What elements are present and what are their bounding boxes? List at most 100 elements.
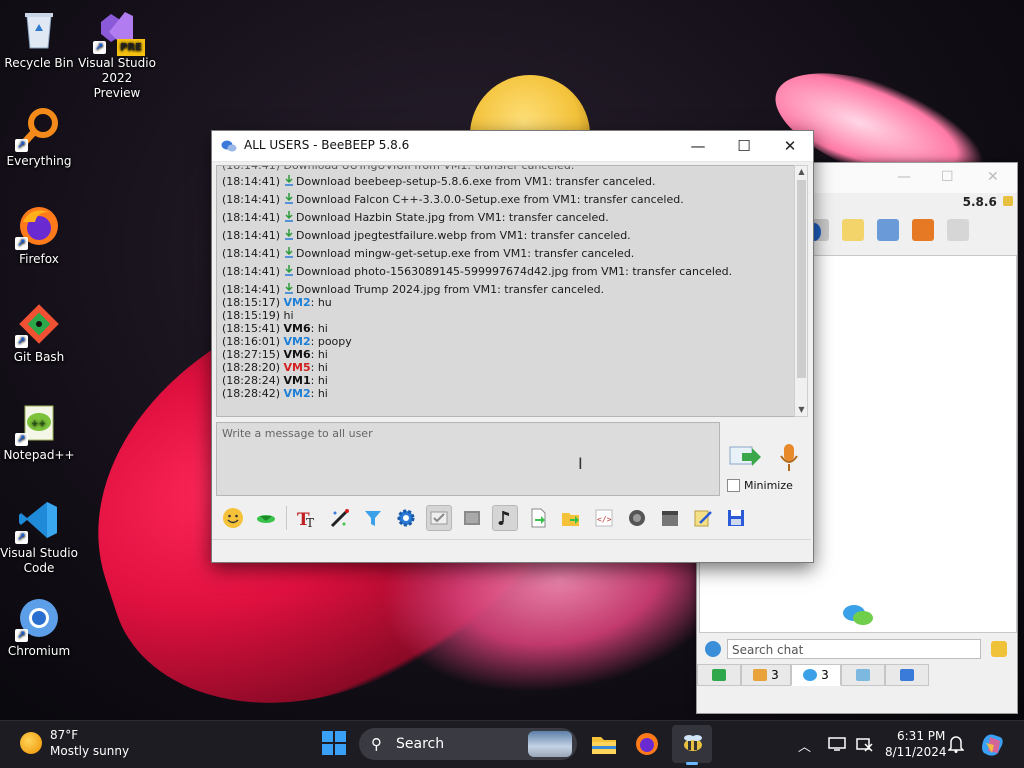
main-window-tabs: 3 3 <box>697 664 957 688</box>
scroll-down-arrow-icon[interactable]: ▼ <box>796 404 807 416</box>
main-window-close-button[interactable]: ✕ <box>987 169 999 185</box>
users-count: 3 <box>771 668 779 682</box>
tab-groups[interactable] <box>841 664 885 686</box>
message-text: hu <box>314 296 332 309</box>
tools-icon[interactable] <box>877 219 900 241</box>
message-input[interactable]: Write a message to all user <box>216 422 720 496</box>
desktop-icon-git-bash[interactable]: ↗ Git Bash <box>0 302 78 365</box>
scroll-up-arrow-icon[interactable]: ▲ <box>796 166 807 178</box>
desktop-icon-firefox[interactable]: ↗ Firefox <box>0 204 78 267</box>
message-sender[interactable]: VM1 <box>284 374 311 387</box>
download-arrow-icon <box>284 283 294 295</box>
log-line-message: (18:28:24) VM1: hi <box>222 374 792 387</box>
code-icon[interactable]: </> <box>591 505 617 531</box>
chat-maximize-button[interactable]: ☐ <box>721 131 767 161</box>
microphone-icon[interactable] <box>778 443 800 473</box>
main-window-minimize-button[interactable]: — <box>897 169 911 185</box>
chat-window-all-users[interactable]: ALL USERS - BeeBEEP 5.8.6 — ☐ ✕ (18:14:4… <box>211 130 814 563</box>
scrollbar-thumb[interactable] <box>797 180 806 378</box>
message-sender[interactable]: VM5 <box>284 361 311 374</box>
chat-window-title: ALL USERS - BeeBEEP 5.8.6 <box>244 138 410 152</box>
chat-close-button[interactable]: ✕ <box>767 131 813 161</box>
desktop-icon-visual-studio-code[interactable]: ↗ Visual Studio Code <box>0 498 78 576</box>
log-timestamp: (18:15:17) <box>222 296 280 309</box>
tab-network[interactable] <box>885 664 929 686</box>
send-message-button[interactable] <box>728 443 762 471</box>
save-chat-icon[interactable] <box>723 505 749 531</box>
desktop-icon-visual-studio-2022-preview[interactable]: PRE ↗ Visual Studio 2022 Preview <box>78 8 156 101</box>
tab-users[interactable]: 3 <box>741 664 791 686</box>
log-timestamp: (18:28:42) <box>222 387 280 400</box>
chat-minimize-button[interactable]: — <box>675 131 721 161</box>
chat-log-scrollbar[interactable]: ▲ ▼ <box>794 165 808 417</box>
download-arrow-icon <box>284 229 294 241</box>
clock-date[interactable]: 8/11/2024 <box>885 745 947 759</box>
clock-time[interactable]: 6:31 PM <box>897 729 945 743</box>
tab-chat-window[interactable] <box>697 664 741 686</box>
message-sender[interactable]: VM6 <box>284 322 311 335</box>
log-timestamp: (18:28:24) <box>222 374 280 387</box>
firefox-taskbar-icon[interactable] <box>632 729 662 759</box>
shortcut-icon[interactable] <box>459 505 485 531</box>
search-settings-icon[interactable] <box>705 641 721 657</box>
message-sender[interactable]: VM2 <box>284 335 311 348</box>
firefox-icon: ↗ <box>15 204 61 250</box>
download-arrow-icon <box>284 175 294 187</box>
log-download-text: Download Hazbin State.jpg from VM1: tran… <box>296 211 609 224</box>
log-timestamp: (18:28:20) <box>222 361 280 374</box>
svg-text:</>: </> <box>597 515 612 524</box>
filter-icon[interactable] <box>360 505 386 531</box>
spellcheck-icon[interactable] <box>426 505 452 531</box>
font-icon[interactable]: TT <box>294 505 320 531</box>
message-sender[interactable]: VM6 <box>284 348 311 361</box>
minimize-checkbox[interactable] <box>727 479 740 492</box>
copilot-icon[interactable] <box>980 731 1006 761</box>
desktop-icon-label: Recycle Bin <box>4 56 74 70</box>
settings-gear-icon[interactable] <box>393 505 419 531</box>
message-sender[interactable]: VM2 <box>284 387 311 400</box>
screenshot-icon[interactable] <box>624 505 650 531</box>
notification-bell-icon[interactable] <box>947 735 965 757</box>
clear-search-icon[interactable] <box>991 641 1007 657</box>
chat-window-titlebar[interactable]: ALL USERS - BeeBEEP 5.8.6 — ☐ ✕ <box>212 131 813 162</box>
green-arrow-icon[interactable] <box>253 505 279 531</box>
emoji-icon[interactable] <box>220 505 246 531</box>
main-window-maximize-button[interactable]: ☐ <box>941 169 954 185</box>
log-timestamp: (18:14:41) <box>222 211 280 224</box>
update-icon[interactable] <box>912 219 935 241</box>
desktop-icon-chromium[interactable]: ↗ Chromium <box>0 596 78 659</box>
log-download-text: Download mingw-get-setup.exe from VM1: t… <box>296 247 635 260</box>
send-folder-icon[interactable] <box>558 505 584 531</box>
edit-icon[interactable] <box>842 219 865 241</box>
chat-log[interactable]: (18:14:41) Download UUTrigUVIUII from VM… <box>216 165 796 417</box>
everything-magnifier-icon: ↗ <box>15 106 61 152</box>
start-button[interactable] <box>322 731 346 755</box>
message-sender[interactable]: VM2 <box>284 296 311 309</box>
taskbar-search-label[interactable]: Search <box>396 736 444 752</box>
tab-chats[interactable]: 3 <box>791 664 841 686</box>
send-file-icon[interactable] <box>525 505 551 531</box>
weather-temperature[interactable]: 87°F <box>50 728 78 742</box>
show-hidden-icons-chevron-icon[interactable]: ︿ <box>798 736 811 755</box>
preview-badge: PRE <box>117 39 145 56</box>
weather-sun-icon[interactable] <box>20 732 42 754</box>
windows-logo-icon <box>322 731 333 742</box>
minimize-label: Minimize <box>744 479 793 492</box>
display-icon[interactable] <box>828 736 846 756</box>
edit-note-icon[interactable] <box>690 505 716 531</box>
calendar-icon[interactable] <box>657 505 683 531</box>
desktop-icon-recycle-bin[interactable]: Recycle Bin <box>0 8 78 71</box>
weather-description[interactable]: Mostly sunny <box>50 744 129 758</box>
network-disconnected-icon[interactable] <box>855 736 873 756</box>
search-highlight-image <box>528 731 572 757</box>
file-explorer-icon[interactable] <box>589 729 619 759</box>
network-icon <box>900 669 914 681</box>
desktop-icon-everything[interactable]: ↗ Everything <box>0 106 78 169</box>
trash-icon[interactable] <box>947 219 970 241</box>
desktop-icon-notepad-plus-plus[interactable]: ++ ↗ Notepad++ <box>0 400 78 463</box>
notepad-plus-plus-icon: ++ ↗ <box>15 400 61 446</box>
color-picker-icon[interactable] <box>327 505 353 531</box>
search-chat-input[interactable]: Search chat <box>727 639 981 659</box>
desktop-icon-label: Code <box>23 561 55 575</box>
music-note-icon[interactable] <box>492 505 518 531</box>
